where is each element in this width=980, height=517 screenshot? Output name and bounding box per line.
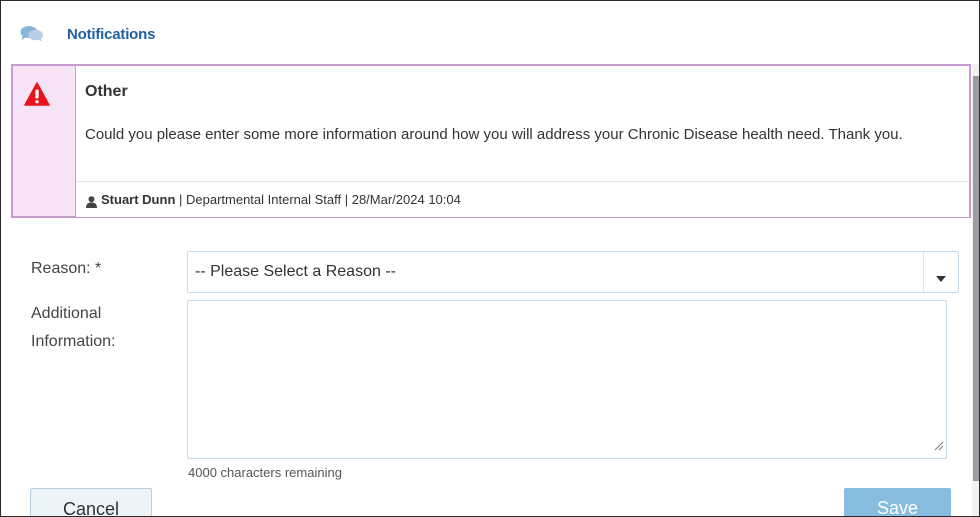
reason-label: Reason: * <box>31 260 102 277</box>
warning-triangle-icon <box>24 82 50 111</box>
cancel-button[interactable]: Cancel <box>30 488 152 517</box>
user-icon <box>86 195 97 213</box>
notification-meta: Stuart Dunn | Departmental Internal Staf… <box>101 192 461 207</box>
author-name: Stuart Dunn <box>101 192 176 207</box>
reason-select-toggle[interactable] <box>923 252 958 292</box>
dialog-title: Notifications <box>67 26 156 43</box>
notification-body: Could you please enter some more informa… <box>85 126 903 143</box>
additional-info-label-line2: Information: <box>31 333 116 350</box>
notification-gutter <box>13 66 76 216</box>
scrollbar-thumb[interactable] <box>973 76 979 481</box>
additional-info-textarea[interactable] <box>187 300 947 459</box>
author-details: | Departmental Internal Staff | 28/Mar/2… <box>175 192 461 207</box>
notification-title: Other <box>85 83 128 100</box>
dialog-header: Notifications <box>1 1 979 63</box>
reason-select-value: -- Please Select a Reason -- <box>195 263 396 280</box>
caret-down-icon <box>936 269 946 287</box>
save-button[interactable]: Save <box>844 488 951 517</box>
additional-info-label-line1: Additional <box>31 305 102 322</box>
chat-bubbles-icon <box>20 25 44 47</box>
reason-select[interactable]: -- Please Select a Reason -- <box>187 251 959 293</box>
resize-grip-icon[interactable] <box>934 438 944 456</box>
cancel-button-label: Cancel <box>62 499 120 517</box>
notification-footer: Stuart Dunn | Departmental Internal Staf… <box>76 181 969 217</box>
notification-card: Other Could you please enter some more i… <box>11 64 971 218</box>
character-counter: 4000 characters remaining <box>188 465 342 480</box>
save-button-label: Save <box>876 498 919 517</box>
notification-dialog: Notifications Other Could you please ent… <box>0 0 980 517</box>
